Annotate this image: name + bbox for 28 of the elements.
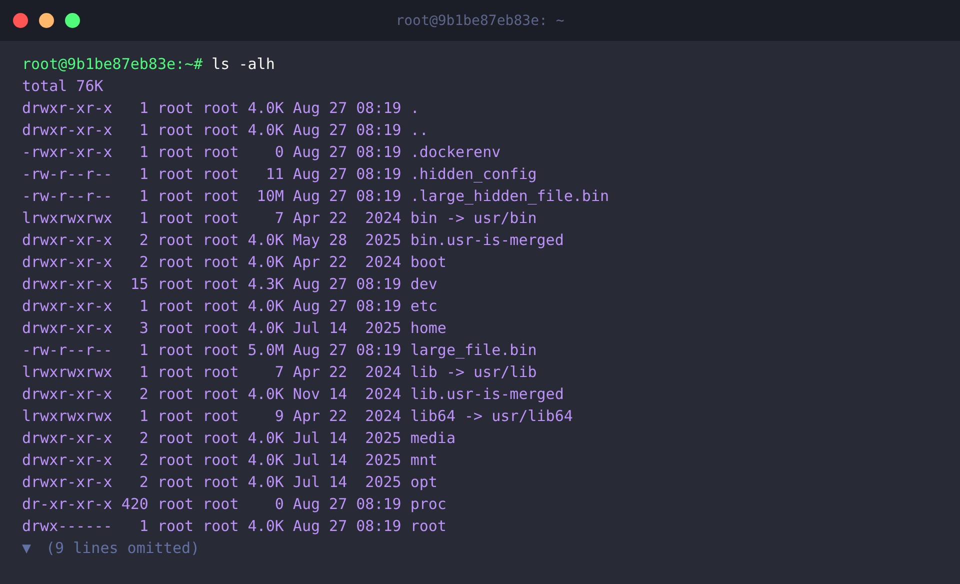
- shell-prompt: root@9b1be87eb83e:~#: [22, 54, 203, 75]
- omitted-lines-toggle[interactable]: ▼ (9 lines omitted): [22, 537, 200, 559]
- output-line: total 76K: [22, 76, 104, 97]
- output-line: lrwxrwxrwx 1 root root 9 Apr 22 2024 lib64 -> usr/lib64: [22, 406, 573, 427]
- output-line: drwxr-xr-x 2 root root 4.0K May 28 2025 bin.usr-is-merged: [22, 230, 564, 251]
- output-line: drwxr-xr-x 2 root root 4.0K Nov 14 2024 lib.usr-is-merged: [22, 384, 564, 405]
- command-text: ls -alh: [210, 54, 275, 75]
- output-line: dr-xr-xr-x 420 root root 0 Aug 27 08:19 proc: [22, 494, 446, 515]
- close-button[interactable]: [13, 13, 28, 28]
- output-line: drwxr-xr-x 3 root root 4.0K Jul 14 2025 home: [22, 318, 446, 339]
- output-line: lrwxrwxrwx 1 root root 7 Apr 22 2024 bin -> usr/bin: [22, 208, 537, 229]
- output-line: drwxr-xr-x 2 root root 4.0K Jul 14 2025 mnt: [22, 450, 438, 471]
- minimize-button[interactable]: [39, 13, 54, 28]
- output-line: drwxr-xr-x 2 root root 4.0K Apr 22 2024 boot: [22, 252, 446, 273]
- output-line: drwx------ 1 root root 4.0K Aug 27 08:19 root: [22, 516, 446, 537]
- output-line: drwxr-xr-x 1 root root 4.0K Aug 27 08:19 .: [22, 98, 420, 119]
- output-line: -rwxr-xr-x 1 root root 0 Aug 27 08:19 .dockerenv: [22, 142, 501, 163]
- output-line: -rw-r--r-- 1 root root 11 Aug 27 08:19 .hidden_config: [22, 164, 537, 185]
- output-line: -rw-r--r-- 1 root root 10M Aug 27 08:19 .large_hidden_file.bin: [22, 186, 609, 207]
- output-line: drwxr-xr-x 2 root root 4.0K Jul 14 2025 media: [22, 428, 456, 449]
- output-line: drwxr-xr-x 15 root root 4.3K Aug 27 08:19 dev: [22, 274, 438, 295]
- window-title: root@9b1be87eb83e: ~: [396, 12, 564, 28]
- output-line: drwxr-xr-x 1 root root 4.0K Aug 27 08:19 etc: [22, 296, 438, 317]
- output-line: drwxr-xr-x 1 root root 4.0K Aug 27 08:19 ..: [22, 120, 428, 141]
- output-line: drwxr-xr-x 2 root root 4.0K Jul 14 2025 opt: [22, 472, 438, 493]
- output-line: lrwxrwxrwx 1 root root 7 Apr 22 2024 lib -> usr/lib: [22, 362, 537, 383]
- maximize-button[interactable]: [65, 13, 80, 28]
- output-line: -rw-r--r-- 1 root root 5.0M Aug 27 08:19 large_file.bin: [22, 340, 537, 361]
